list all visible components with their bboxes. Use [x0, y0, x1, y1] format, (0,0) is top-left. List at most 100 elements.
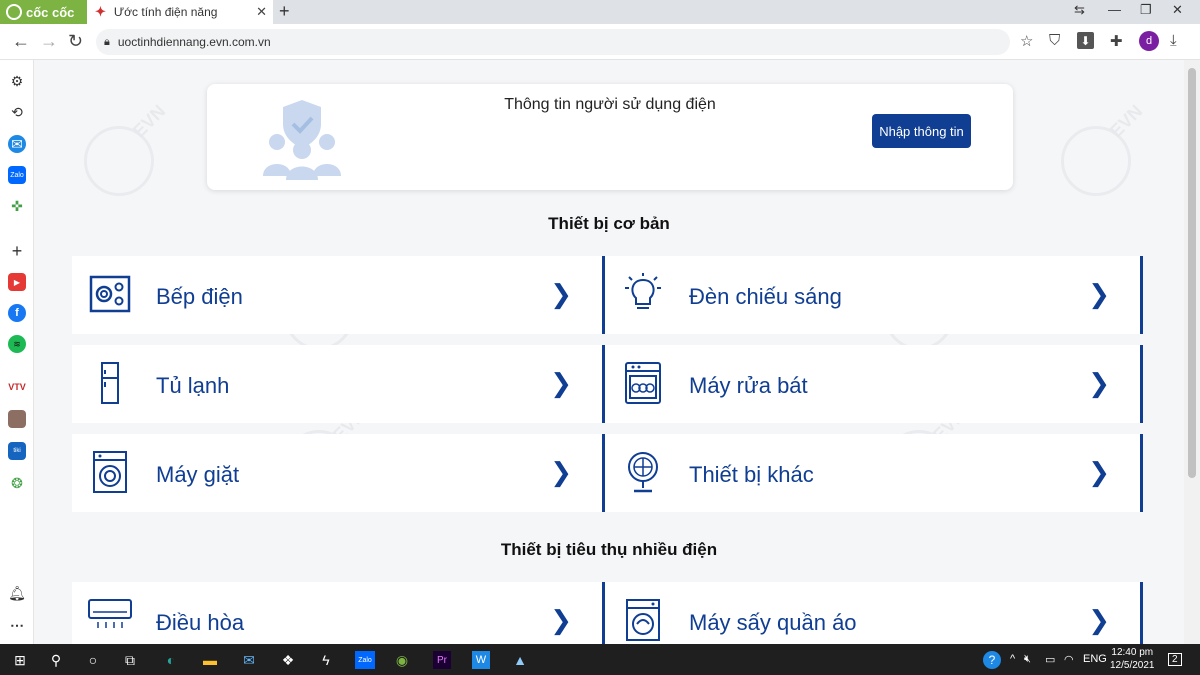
device-label: Bếp điện — [156, 284, 243, 309]
download-extension-icon[interactable]: ⬇ — [1077, 32, 1094, 49]
electric-stove-icon — [89, 275, 131, 313]
device-card-lighting[interactable]: Đèn chiếu sáng ❯ — [602, 256, 1143, 334]
tab-title: Ước tính điện năng — [113, 5, 218, 19]
file-explorer-icon[interactable]: ▬ — [201, 651, 219, 669]
more-icon[interactable]: ⋯ — [8, 616, 26, 634]
light-bulb-icon — [625, 273, 661, 309]
wifi-icon[interactable]: ◠ — [1064, 653, 1074, 666]
page-content: Thông tin người sử dụng điện Nhập thông … — [34, 60, 1184, 644]
app-lightning-icon[interactable]: ϟ — [317, 651, 335, 669]
downloads-icon[interactable]: ⤓ — [1170, 32, 1177, 49]
section-title-heavy: Thiết bị tiêu thụ nhiều điện — [500, 540, 718, 559]
page-scrollbar[interactable] — [1184, 60, 1200, 644]
cortana-icon[interactable]: ○ — [84, 651, 102, 669]
evn-watermark — [84, 126, 154, 196]
evn-watermark — [1061, 126, 1131, 196]
add-sidebar-app-icon[interactable]: + — [8, 241, 26, 261]
device-card-dishwasher[interactable]: Máy rửa bát ❯ — [602, 345, 1143, 423]
search-icon[interactable]: ⚲ — [47, 651, 65, 669]
tray-chevron-icon[interactable]: ^ — [1010, 653, 1015, 665]
messenger-icon[interactable]: ✉ — [8, 135, 26, 153]
tab-close-icon[interactable]: ✕ — [256, 4, 267, 20]
maximize-icon[interactable]: ❐ — [1140, 2, 1152, 18]
window-close-icon[interactable]: ✕ — [1172, 2, 1183, 18]
coccoc-logo-icon — [6, 4, 22, 20]
volume-muted-icon[interactable]: 🔇︎ — [1024, 653, 1031, 666]
edge-icon[interactable]: ◐ — [162, 651, 180, 669]
coccoc-menu-button[interactable]: cốc cốc — [0, 0, 87, 24]
chevron-right-icon: ❯ — [1088, 606, 1110, 636]
clothes-dryer-icon — [626, 599, 660, 641]
clock-date: 12/5/2021 — [1110, 660, 1155, 671]
device-card-washer[interactable]: Máy giặt ❯ — [72, 434, 602, 512]
dishwasher-icon — [625, 362, 661, 404]
shield-icon[interactable]: ⛉ — [1049, 32, 1060, 49]
chevron-right-icon: ❯ — [1088, 458, 1110, 488]
device-card-stove[interactable]: Bếp điện ❯ — [72, 256, 602, 334]
game-app-icon[interactable] — [8, 410, 26, 428]
device-label: Thiết bị khác — [689, 462, 814, 487]
tab-strip: cốc cốc ✦ Ước tính điện năng ✕ + ⇆ — ❐ ✕ — [0, 0, 1200, 24]
language-indicator[interactable]: ENG — [1083, 653, 1107, 665]
user-panel-title: Thông tin người sử dụng điện — [504, 96, 716, 113]
scrollbar-thumb[interactable] — [1188, 68, 1196, 478]
device-card-other[interactable]: Thiết bị khác ❯ — [602, 434, 1143, 512]
premiere-icon[interactable]: Pr — [433, 651, 451, 669]
spotify-icon[interactable]: ≋ — [8, 335, 26, 353]
game-controller-icon[interactable]: ✜ — [8, 197, 26, 215]
coccoc-taskbar-icon[interactable]: ◉ — [393, 651, 411, 669]
forward-icon[interactable]: → — [40, 31, 58, 52]
vtv-icon[interactable]: VTV — [8, 378, 26, 396]
tab-active[interactable]: ✦ Ước tính điện năng ✕ — [87, 0, 273, 24]
facebook-icon[interactable]: f — [8, 304, 26, 322]
browser-toolbar: ← → ↻ 🔒︎ uoctinhdiennang.evn.com.vn ☆ ⛉ … — [0, 24, 1200, 60]
coccoc-extra-icon[interactable]: ❂ — [8, 474, 26, 492]
user-info-panel: Thông tin người sử dụng điện Nhập thông … — [207, 84, 1013, 190]
minimize-icon[interactable]: — — [1108, 2, 1121, 17]
settings-gear-icon[interactable]: ⚙ — [8, 72, 26, 90]
fan-icon — [628, 452, 658, 493]
history-icon[interactable]: ⟲ — [8, 103, 26, 121]
tab-search-icon[interactable]: ⇆ — [1074, 2, 1085, 18]
device-label: Tủ lạnh — [156, 373, 230, 398]
zalo-icon[interactable]: Zalo — [8, 166, 26, 184]
notification-center-badge[interactable]: 2 — [1168, 653, 1182, 666]
system-clock[interactable]: 12:40 pm 12/5/2021 — [1110, 646, 1155, 672]
lock-icon: 🔒︎ — [104, 35, 110, 48]
device-card-fridge[interactable]: Tủ lạnh ❯ — [72, 345, 602, 423]
evn-favicon-icon: ✦ — [95, 4, 106, 19]
section-title-basic: Thiết bị cơ bản — [548, 214, 670, 233]
battery-icon[interactable]: ▭ — [1045, 653, 1055, 666]
address-bar[interactable]: 🔒︎ uoctinhdiennang.evn.com.vn — [96, 29, 1010, 55]
back-icon[interactable]: ← — [12, 31, 30, 52]
new-tab-icon[interactable]: + — [279, 1, 290, 22]
profile-avatar[interactable]: d — [1139, 31, 1159, 51]
youtube-icon[interactable]: ▶ — [8, 273, 26, 291]
mail-icon[interactable]: ✉ — [240, 651, 258, 669]
device-label: Đèn chiếu sáng — [689, 284, 842, 309]
reload-icon[interactable]: ↻ — [68, 31, 83, 52]
chevron-right-icon: ❯ — [1088, 369, 1110, 399]
extensions-puzzle-icon[interactable]: ✚ — [1110, 32, 1123, 50]
windows-start-icon[interactable]: ⊞ — [11, 651, 29, 669]
brand-label: cốc cốc — [26, 4, 75, 20]
bookmark-star-icon[interactable]: ☆ — [1020, 32, 1033, 50]
photos-icon[interactable]: ▲ — [511, 651, 529, 669]
help-icon[interactable]: ? — [983, 651, 1001, 669]
dropbox-icon[interactable]: ❖ — [279, 651, 297, 669]
device-card-aircon[interactable]: Điều hòa ❯ — [72, 582, 602, 644]
chevron-right-icon: ❯ — [550, 606, 572, 636]
enter-info-button[interactable]: Nhập thông tin — [872, 114, 971, 148]
address-text: uoctinhdiennang.evn.com.vn — [117, 35, 271, 49]
zalo-taskbar-icon[interactable]: Zalo — [355, 651, 375, 669]
task-view-icon[interactable]: ⧉ — [121, 651, 139, 669]
clock-time: 12:40 pm — [1111, 647, 1154, 658]
browser-sidebar: ⚙ ⟲ ✉ Zalo ✜ + ▶ f ≋ VTV tiki ❂ 🔔︎ ⋯ — [0, 60, 34, 644]
tiki-icon[interactable]: tiki — [8, 442, 26, 460]
device-label: Điều hòa — [156, 610, 245, 635]
device-label: Máy rửa bát — [689, 373, 808, 398]
windows-taskbar: ⊞ ⚲ ○ ⧉ ◐ ▬ ✉ ❖ ϟ Zalo ◉ Pr W ▲ ? ^ 🔇︎ ▭… — [0, 644, 1200, 675]
word-icon[interactable]: W — [472, 651, 490, 669]
device-card-dryer[interactable]: Máy sấy quần áo ❯ — [602, 582, 1143, 644]
notification-bell-icon[interactable]: 🔔︎ — [8, 584, 26, 602]
